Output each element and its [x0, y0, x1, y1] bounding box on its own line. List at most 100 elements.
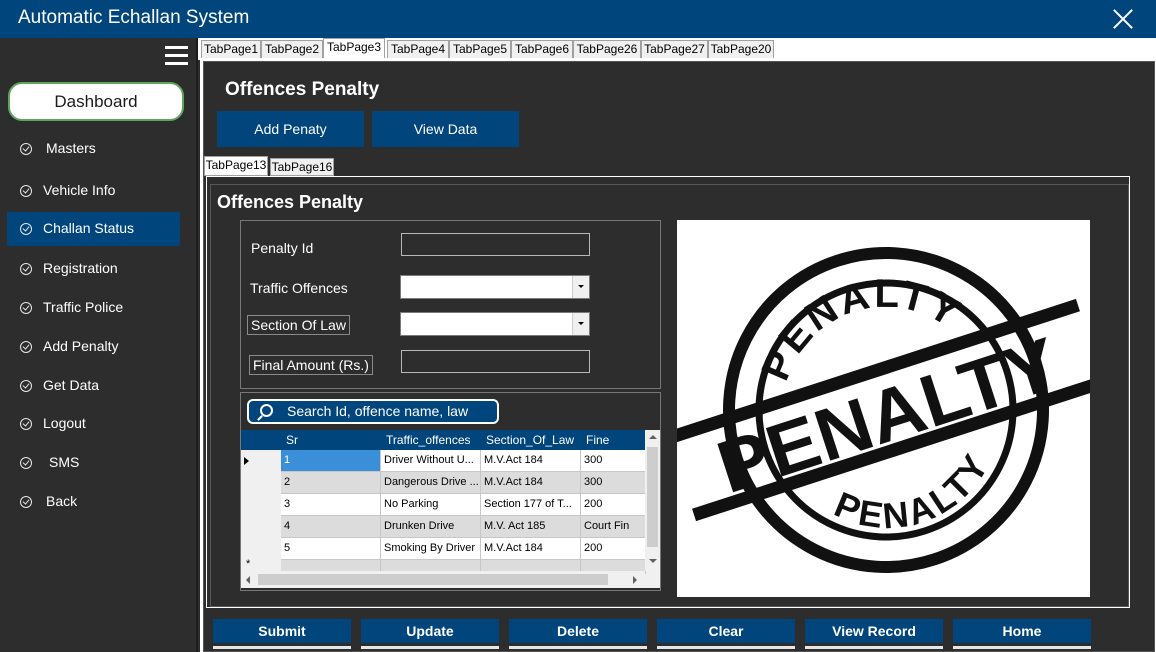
cell-traffic-offences[interactable]: No Parking	[381, 494, 481, 516]
sidebar-item-masters[interactable]: Masters	[7, 132, 180, 166]
tab-page1[interactable]: TabPage1	[201, 40, 261, 59]
section-of-law-label: Section Of Law	[247, 315, 350, 335]
penalty-id-label: Penalty Id	[251, 240, 314, 256]
title-bar: Automatic Echallan System	[0, 0, 1156, 38]
sidebar-item-label: Masters	[46, 140, 96, 156]
cell-fine[interactable]: 200	[581, 494, 646, 516]
dashboard-button[interactable]: Dashboard	[8, 82, 184, 121]
scroll-down-icon[interactable]	[649, 559, 657, 563]
cell-section-of-law[interactable]: Section 177 of T...	[481, 494, 581, 516]
horizontal-scrollbar[interactable]	[241, 571, 645, 588]
tab-page4[interactable]: TabPage4	[387, 40, 449, 59]
search-icon	[260, 404, 273, 417]
scroll-right-icon[interactable]	[633, 576, 637, 584]
sidebar-item-label: Registration	[43, 260, 118, 276]
add-penalty-button[interactable]: Add Penaty	[217, 111, 364, 147]
sidebar-item-add-penalty[interactable]: Add Penalty	[7, 330, 180, 364]
cell-section-of-law[interactable]: M.V. Act 185	[481, 516, 581, 538]
cell-sr[interactable]: 5	[281, 538, 381, 560]
tab-page26[interactable]: TabPage26	[573, 40, 641, 59]
current-row-arrow-icon	[244, 457, 249, 465]
cell-section-of-law[interactable]: M.V.Act 184	[481, 450, 581, 472]
grid-header-sr[interactable]: Sr	[282, 430, 382, 450]
app-window: Automatic Echallan System Dashboard Mast…	[0, 0, 1156, 652]
sidebar-item-back[interactable]: Back	[7, 485, 180, 519]
table-row[interactable]: 3 No Parking Section 177 of T... 200	[281, 494, 646, 516]
penalty-stamp-image: PENALTY PENALTY PENALTY	[677, 220, 1090, 597]
cell-fine[interactable]: 200	[581, 538, 646, 560]
grid-header-traffic-offences[interactable]: Traffic_offences	[382, 430, 482, 450]
check-circle-icon	[20, 263, 32, 275]
vertical-scrollbar[interactable]	[645, 430, 660, 571]
sidebar-item-challan-status[interactable]: Challan Status	[7, 212, 180, 246]
sidebar: Dashboard Masters Vehicle Info Challan S…	[0, 38, 198, 652]
final-amount-input[interactable]	[401, 350, 590, 373]
hamburger-menu-icon[interactable]	[165, 46, 188, 65]
penalty-id-input[interactable]	[401, 233, 590, 256]
cell-sr[interactable]: 1	[281, 450, 381, 472]
table-row[interactable]: 4 Drunken Drive M.V. Act 185 Court Fin	[281, 516, 646, 538]
cell-section-of-law[interactable]: M.V.Act 184	[481, 472, 581, 494]
cell-section-of-law[interactable]: M.V.Act 184	[481, 538, 581, 560]
submit-button[interactable]: Submit	[213, 619, 351, 649]
grid-header-row: Sr Traffic_offences Section_Of_Law Fine	[241, 430, 646, 450]
table-row[interactable]: 2 Dangerous Drive ... M.V.Act 184 300	[281, 472, 646, 494]
penalty-grid[interactable]: Sr Traffic_offences Section_Of_Law Fine …	[241, 430, 660, 588]
cell-traffic-offences[interactable]: Drunken Drive	[381, 516, 481, 538]
grid-header-fine[interactable]: Fine	[582, 430, 646, 450]
cell-fine[interactable]: 300	[581, 472, 646, 494]
sidebar-item-vehicle-info[interactable]: Vehicle Info	[7, 174, 180, 208]
final-amount-label: Final Amount (Rs.)	[249, 355, 373, 375]
vertical-scroll-thumb[interactable]	[647, 447, 658, 547]
search-box[interactable]: Search Id, offence name, law	[247, 399, 499, 424]
horizontal-scroll-thumb[interactable]	[258, 574, 608, 585]
penalty-stamp-graphic: PENALTY PENALTY PENALTY	[677, 243, 1090, 573]
cell-fine[interactable]: 300	[581, 450, 646, 472]
home-button[interactable]: Home	[953, 619, 1091, 649]
sidebar-item-label: Back	[46, 493, 78, 509]
sidebar-item-label: Get Data	[43, 377, 100, 393]
tab-page20[interactable]: TabPage20	[708, 40, 774, 59]
section-of-law-dropdown[interactable]	[400, 312, 590, 336]
outer-tab-strip: TabPage1 TabPage2 TabPage3 TabPage4 TabP…	[198, 38, 1156, 60]
sidebar-item-traffic-police[interactable]: Traffic Police	[7, 291, 180, 325]
cell-traffic-offences[interactable]: Driver Without U...	[381, 450, 481, 472]
check-circle-icon	[20, 341, 32, 353]
grid-header-section-of-law[interactable]: Section_Of_Law	[482, 430, 582, 450]
cell-fine[interactable]: Court Fin	[581, 516, 646, 538]
scroll-up-icon[interactable]	[649, 435, 657, 439]
view-data-button[interactable]: View Data	[372, 111, 519, 147]
cell-traffic-offences[interactable]: Dangerous Drive ...	[381, 472, 481, 494]
main-area: Offences Penalty Add Penaty View Data Ta…	[200, 58, 1156, 652]
check-circle-icon	[20, 418, 32, 430]
table-row[interactable]: 5 Smoking By Driver M.V.Act 184 200	[281, 538, 646, 560]
check-circle-icon	[20, 302, 32, 314]
sidebar-item-registration[interactable]: Registration	[7, 252, 180, 286]
traffic-offences-dropdown[interactable]	[400, 275, 590, 299]
tab-page2[interactable]: TabPage2	[261, 40, 323, 59]
scroll-left-icon[interactable]	[246, 576, 250, 584]
tab-page3[interactable]: TabPage3	[323, 38, 385, 60]
tab-page5[interactable]: TabPage5	[449, 40, 511, 59]
tab-page13[interactable]: TabPage13	[204, 156, 268, 176]
row-header-current[interactable]	[241, 450, 281, 472]
cell-traffic-offences[interactable]: Smoking By Driver	[381, 538, 481, 560]
clear-button[interactable]: Clear	[657, 619, 795, 649]
sidebar-item-logout[interactable]: Logout	[7, 407, 180, 441]
tab-page13-panel: Offences Penalty Penalty Id Traffic Offe…	[206, 176, 1130, 608]
sidebar-item-label: SMS	[49, 454, 80, 470]
view-record-button[interactable]: View Record	[805, 619, 943, 649]
close-icon[interactable]	[1112, 8, 1134, 30]
sidebar-item-sms[interactable]: SMS	[7, 446, 180, 480]
table-row[interactable]: 1 Driver Without U... M.V.Act 184 300	[281, 450, 646, 472]
cell-sr[interactable]: 4	[281, 516, 381, 538]
tab-page6[interactable]: TabPage6	[511, 40, 573, 59]
delete-button[interactable]: Delete	[509, 619, 647, 649]
tab-page27[interactable]: TabPage27	[641, 40, 708, 59]
update-button[interactable]: Update	[361, 619, 499, 649]
sidebar-item-get-data[interactable]: Get Data	[7, 369, 180, 403]
cell-sr[interactable]: 2	[281, 472, 381, 494]
tab-page16[interactable]: TabPage16	[270, 158, 334, 176]
sidebar-item-label: Traffic Police	[43, 299, 124, 315]
cell-sr[interactable]: 3	[281, 494, 381, 516]
